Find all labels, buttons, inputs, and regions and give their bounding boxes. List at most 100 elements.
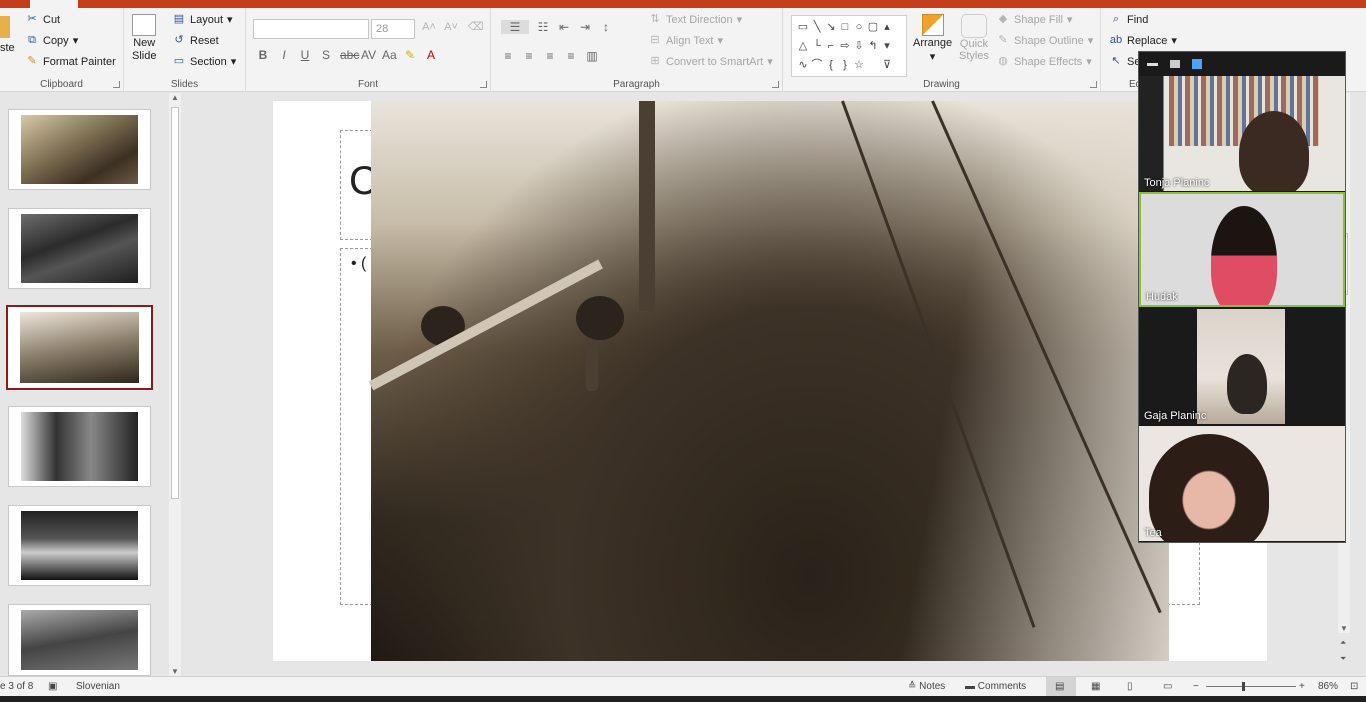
- spell-check-icon[interactable]: ▣: [48, 681, 57, 692]
- change-case-button[interactable]: Aa: [382, 48, 397, 62]
- paragraph-launcher[interactable]: [772, 81, 779, 88]
- textbox-shape-icon[interactable]: ▭: [796, 18, 810, 37]
- char-spacing-button[interactable]: AV: [361, 48, 376, 62]
- home-tab[interactable]: [30, 0, 78, 8]
- reading-view-icon[interactable]: ▯: [1127, 681, 1133, 692]
- font-size-field[interactable]: 28: [371, 19, 415, 39]
- convert-smartart-button[interactable]: ⊞ Convert to SmartArt ▾: [648, 55, 772, 68]
- star-shape-icon[interactable]: ☆: [852, 56, 866, 75]
- slide-sorter-icon[interactable]: ▦: [1091, 681, 1100, 692]
- bullets-icon[interactable]: ☰: [501, 20, 529, 34]
- arc-shape-icon[interactable]: ⌒: [810, 56, 824, 75]
- arrow-line-shape-icon[interactable]: ↘: [824, 18, 838, 37]
- format-painter-button[interactable]: ✎ Format Painter: [25, 55, 115, 68]
- strikethrough-button[interactable]: abc: [340, 48, 359, 62]
- align-center-icon[interactable]: ≡: [522, 49, 536, 63]
- zoom-in-button[interactable]: +: [1299, 681, 1305, 692]
- shapes-gallery[interactable]: ▭ ╲ ↘ □ ○ ▢ ▴ △ └ ⌐ ⇨ ⇩ ↰ ▾ ∿ ⌒{} ☆ ⊽: [791, 15, 907, 77]
- replace-button[interactable]: ab Replace ▾: [1109, 34, 1177, 47]
- grow-font-button[interactable]: A˄: [422, 21, 436, 34]
- thumbnail-view-icon[interactable]: [1170, 60, 1180, 68]
- bent-arrow-shape-icon[interactable]: ↰: [866, 37, 880, 56]
- clear-formatting-button[interactable]: ⌫: [468, 21, 484, 34]
- speaker-view-icon[interactable]: [1192, 59, 1202, 69]
- align-right-icon[interactable]: ≡: [543, 49, 557, 63]
- slide-thumbnail-6[interactable]: [8, 604, 151, 676]
- reset-button[interactable]: ↺ Reset: [172, 34, 218, 47]
- slide-thumbnail-1[interactable]: [8, 109, 151, 190]
- right-arrow-shape-icon[interactable]: ⇨: [838, 37, 852, 56]
- more-shapes-icon[interactable]: ▴: [880, 18, 894, 37]
- copy-button[interactable]: ⧉ Copy ▾: [25, 34, 78, 47]
- zoom-out-button[interactable]: −: [1193, 681, 1199, 692]
- font-color-button[interactable]: A: [424, 48, 438, 62]
- line-spacing-icon[interactable]: ↕: [599, 20, 613, 34]
- freeform-shape-icon[interactable]: ∿: [796, 56, 810, 75]
- notes-button[interactable]: ≙ Notes: [908, 681, 945, 692]
- text-direction-button[interactable]: ⇅ Text Direction ▾: [648, 13, 742, 26]
- current-slide[interactable]: C • (: [273, 100, 1267, 661]
- shape-fill-button[interactable]: ◆ Shape Fill ▾: [996, 13, 1073, 26]
- shape-effects-button[interactable]: ◍ Shape Effects ▾: [996, 55, 1092, 68]
- participant-tile-3[interactable]: Gaja Planinc: [1139, 309, 1345, 424]
- minimize-icon[interactable]: [1147, 62, 1158, 66]
- increase-indent-icon[interactable]: ⇥: [578, 20, 592, 34]
- font-name-field[interactable]: [253, 19, 369, 39]
- slide-thumbnail-5[interactable]: [8, 505, 151, 586]
- down-arrow-shape-icon[interactable]: ⇩: [852, 37, 866, 56]
- quick-styles-button[interactable]: Quick Styles: [959, 14, 989, 62]
- select-button[interactable]: ↖ Se: [1109, 55, 1140, 68]
- find-button[interactable]: ⌕ Find: [1109, 13, 1149, 26]
- zoom-slider-thumb[interactable]: [1242, 682, 1245, 691]
- layout-button[interactable]: ▤ Layout ▾: [172, 13, 233, 26]
- thumbnail-scroll-thumb[interactable]: [171, 107, 179, 499]
- shadow-button[interactable]: S: [319, 48, 333, 62]
- section-button[interactable]: ▭ Section ▾: [172, 55, 236, 68]
- columns-icon[interactable]: ▥: [585, 49, 599, 63]
- new-slide-button[interactable]: New Slide: [132, 14, 156, 62]
- scroll-down-arrow[interactable]: ▼: [171, 667, 179, 676]
- slide-thumbnail-3[interactable]: [6, 305, 153, 390]
- oval-shape-icon[interactable]: ○: [852, 18, 866, 37]
- line-shape-icon[interactable]: ╲: [810, 18, 824, 37]
- slide-bullet-text[interactable]: • (: [351, 255, 366, 273]
- next-slide-button[interactable]: ⏷: [1340, 654, 1346, 664]
- language-indicator[interactable]: Slovenian: [76, 681, 120, 692]
- participant-tile-1[interactable]: Tonja Planinc: [1139, 76, 1345, 191]
- scroll-down-arrow[interactable]: ▼: [1340, 624, 1348, 633]
- brace-close-shape-icon[interactable]: }: [838, 56, 852, 75]
- bold-button[interactable]: B: [256, 48, 270, 62]
- participant-tile-2[interactable]: Hudak: [1139, 192, 1345, 307]
- previous-slide-button[interactable]: ⏶: [1340, 638, 1346, 648]
- cut-button[interactable]: ✂ Cut: [25, 13, 60, 26]
- arrange-button[interactable]: Arrange ▾: [913, 14, 952, 63]
- slideshow-icon[interactable]: ▭: [1163, 681, 1172, 692]
- scroll-up-arrow[interactable]: ▲: [171, 93, 179, 102]
- align-text-button[interactable]: ⊟ Align Text ▾: [648, 34, 723, 47]
- brace-shape-icon[interactable]: {: [824, 56, 838, 75]
- triangle-shape-icon[interactable]: △: [796, 37, 810, 56]
- comments-button[interactable]: ▬ Comments: [965, 681, 1026, 692]
- fit-to-window-icon[interactable]: ⊡: [1350, 681, 1358, 692]
- slide-thumbnail-2[interactable]: [8, 208, 151, 289]
- clipboard-launcher[interactable]: [113, 81, 120, 88]
- gallery-expand-icon[interactable]: ⊽: [880, 56, 894, 75]
- zoom-level[interactable]: 86%: [1318, 681, 1338, 692]
- align-left-icon[interactable]: ≡: [501, 49, 515, 63]
- numbering-icon[interactable]: ☷: [536, 20, 550, 34]
- font-launcher[interactable]: [480, 81, 487, 88]
- decrease-indent-icon[interactable]: ⇤: [557, 20, 571, 34]
- paste-button[interactable]: ste: [0, 16, 15, 54]
- curve-shape-icon[interactable]: ⌐: [824, 37, 838, 56]
- highlight-icon[interactable]: ✎: [403, 48, 417, 62]
- justify-icon[interactable]: ≡: [564, 49, 578, 63]
- shape-outline-button[interactable]: ✎ Shape Outline ▾: [996, 34, 1093, 47]
- thumbnail-scrollbar[interactable]: ▲ ▼: [169, 93, 181, 676]
- ship-deck-photo[interactable]: [368, 100, 1169, 661]
- participant-tile-4[interactable]: Tea: [1139, 426, 1345, 541]
- slide-thumbnail-4[interactable]: [8, 406, 151, 487]
- drawing-launcher[interactable]: [1090, 81, 1097, 88]
- rectangle-shape-icon[interactable]: □: [838, 18, 852, 37]
- shrink-font-button[interactable]: A˅: [444, 21, 458, 34]
- underline-button[interactable]: U: [298, 48, 312, 62]
